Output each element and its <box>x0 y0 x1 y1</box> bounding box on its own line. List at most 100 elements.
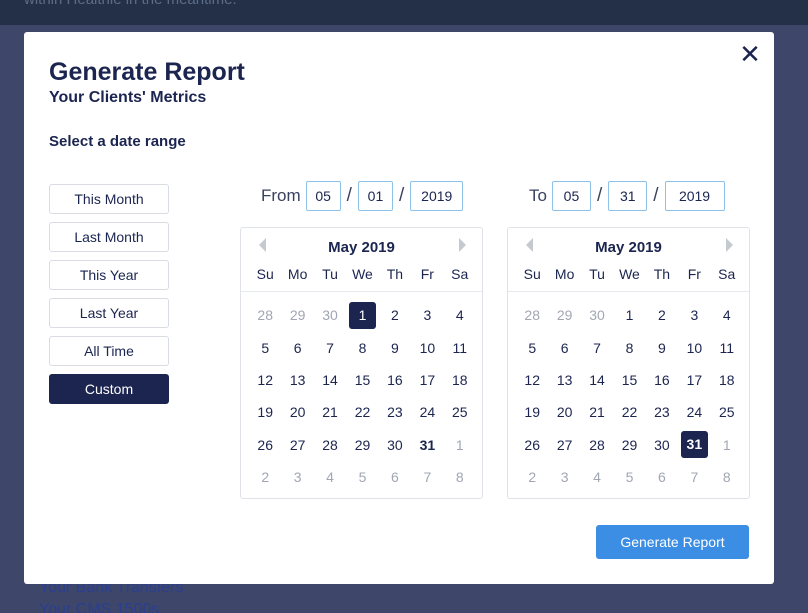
to-year-input[interactable] <box>664 181 725 211</box>
calendar-day[interactable]: 18 <box>711 364 743 396</box>
preset-this-month-button[interactable]: This Month <box>49 184 169 214</box>
calendar-day[interactable]: 3 <box>548 461 580 493</box>
calendar-day[interactable]: 16 <box>379 364 411 396</box>
calendar-day[interactable]: 29 <box>548 299 580 331</box>
calendar-day[interactable]: 10 <box>678 331 710 363</box>
calendar-day[interactable]: 5 <box>249 331 281 363</box>
calendar-day[interactable]: 4 <box>711 299 743 331</box>
calendar-day[interactable]: 2 <box>249 461 281 493</box>
calendar-day[interactable]: 22 <box>613 396 645 428</box>
calendar-day[interactable]: 28 <box>581 429 613 461</box>
calendar-day[interactable]: 29 <box>281 299 313 331</box>
calendar-day[interactable]: 27 <box>548 429 580 461</box>
preset-last-month-button[interactable]: Last Month <box>49 222 169 252</box>
calendar-day[interactable]: 8 <box>444 461 476 493</box>
calendar-day[interactable]: 14 <box>314 364 346 396</box>
calendar-day[interactable]: 26 <box>249 429 281 461</box>
close-icon[interactable]: ✕ <box>738 41 762 67</box>
calendar-day[interactable]: 16 <box>646 364 678 396</box>
calendar-day[interactable]: 17 <box>678 364 710 396</box>
preset-this-year-button[interactable]: This Year <box>49 260 169 290</box>
calendar-day[interactable]: 13 <box>281 364 313 396</box>
calendar-day[interactable]: 3 <box>411 299 443 331</box>
calendar-day[interactable]: 12 <box>516 364 548 396</box>
from-year-input[interactable] <box>410 181 464 211</box>
calendar-day[interactable]: 27 <box>281 429 313 461</box>
calendar-day[interactable]: 26 <box>516 429 548 461</box>
calendar-day[interactable]: 28 <box>249 299 281 331</box>
calendar-day[interactable]: 18 <box>444 364 476 396</box>
calendar-day[interactable]: 20 <box>281 396 313 428</box>
calendar-day[interactable]: 29 <box>346 429 378 461</box>
calendar-day[interactable]: 23 <box>646 396 678 428</box>
calendar-day[interactable]: 1 <box>711 429 743 461</box>
calendar-day[interactable]: 3 <box>678 299 710 331</box>
calendar-day[interactable]: 19 <box>516 396 548 428</box>
calendar-day[interactable]: 1 <box>346 299 378 331</box>
calendar-day[interactable]: 6 <box>548 331 580 363</box>
calendar-day[interactable]: 8 <box>346 331 378 363</box>
calendar-day[interactable]: 31 <box>678 429 710 461</box>
calendar-day[interactable]: 6 <box>646 461 678 493</box>
calendar-day[interactable]: 2 <box>646 299 678 331</box>
calendar-day[interactable]: 2 <box>379 299 411 331</box>
calendar-day[interactable]: 21 <box>581 396 613 428</box>
selected-day[interactable]: 1 <box>348 301 376 329</box>
to-day-input[interactable] <box>608 181 648 211</box>
calendar-day[interactable]: 1 <box>613 299 645 331</box>
calendar-day[interactable]: 24 <box>678 396 710 428</box>
calendar-day[interactable]: 30 <box>314 299 346 331</box>
calendar-day[interactable]: 24 <box>411 396 443 428</box>
calendar-day[interactable]: 30 <box>581 299 613 331</box>
preset-all-time-button[interactable]: All Time <box>49 336 169 366</box>
next-month-arrow-icon[interactable] <box>459 238 466 252</box>
calendar-day[interactable]: 30 <box>646 429 678 461</box>
from-month-input[interactable] <box>305 181 341 211</box>
selected-day[interactable]: 31 <box>680 431 708 459</box>
to-month-input[interactable] <box>551 181 591 211</box>
calendar-day[interactable]: 2 <box>516 461 548 493</box>
next-month-arrow-icon[interactable] <box>726 238 733 252</box>
calendar-day[interactable]: 4 <box>581 461 613 493</box>
calendar-day[interactable]: 7 <box>411 461 443 493</box>
calendar-day[interactable]: 28 <box>516 299 548 331</box>
calendar-day[interactable]: 4 <box>314 461 346 493</box>
calendar-day[interactable]: 15 <box>613 364 645 396</box>
calendar-day[interactable]: 11 <box>444 331 476 363</box>
calendar-day[interactable]: 5 <box>346 461 378 493</box>
calendar-day[interactable]: 21 <box>314 396 346 428</box>
calendar-day[interactable]: 13 <box>548 364 580 396</box>
calendar-day[interactable]: 20 <box>548 396 580 428</box>
calendar-day[interactable]: 5 <box>613 461 645 493</box>
calendar-day[interactable]: 22 <box>346 396 378 428</box>
calendar-day[interactable]: 14 <box>581 364 613 396</box>
calendar-day[interactable]: 28 <box>314 429 346 461</box>
calendar-day[interactable]: 1 <box>444 429 476 461</box>
calendar-day[interactable]: 29 <box>613 429 645 461</box>
calendar-day[interactable]: 17 <box>411 364 443 396</box>
calendar-day[interactable]: 8 <box>613 331 645 363</box>
calendar-day[interactable]: 7 <box>314 331 346 363</box>
calendar-day[interactable]: 6 <box>379 461 411 493</box>
calendar-day[interactable]: 4 <box>444 299 476 331</box>
preset-last-year-button[interactable]: Last Year <box>49 298 169 328</box>
calendar-day[interactable]: 23 <box>379 396 411 428</box>
preset-custom-button[interactable]: Custom <box>49 374 169 404</box>
calendar-day[interactable]: 19 <box>249 396 281 428</box>
calendar-day[interactable]: 25 <box>711 396 743 428</box>
calendar-day[interactable]: 6 <box>281 331 313 363</box>
generate-report-button[interactable]: Generate Report <box>596 525 749 559</box>
calendar-day[interactable]: 11 <box>711 331 743 363</box>
calendar-day[interactable]: 12 <box>249 364 281 396</box>
calendar-day[interactable]: 8 <box>711 461 743 493</box>
calendar-day[interactable]: 9 <box>379 331 411 363</box>
calendar-day[interactable]: 5 <box>516 331 548 363</box>
calendar-day[interactable]: 30 <box>379 429 411 461</box>
calendar-day[interactable]: 9 <box>646 331 678 363</box>
calendar-day[interactable]: 31 <box>411 429 443 461</box>
calendar-day[interactable]: 7 <box>581 331 613 363</box>
calendar-day[interactable]: 7 <box>678 461 710 493</box>
calendar-day[interactable]: 25 <box>444 396 476 428</box>
from-day-input[interactable] <box>357 181 393 211</box>
calendar-day[interactable]: 10 <box>411 331 443 363</box>
